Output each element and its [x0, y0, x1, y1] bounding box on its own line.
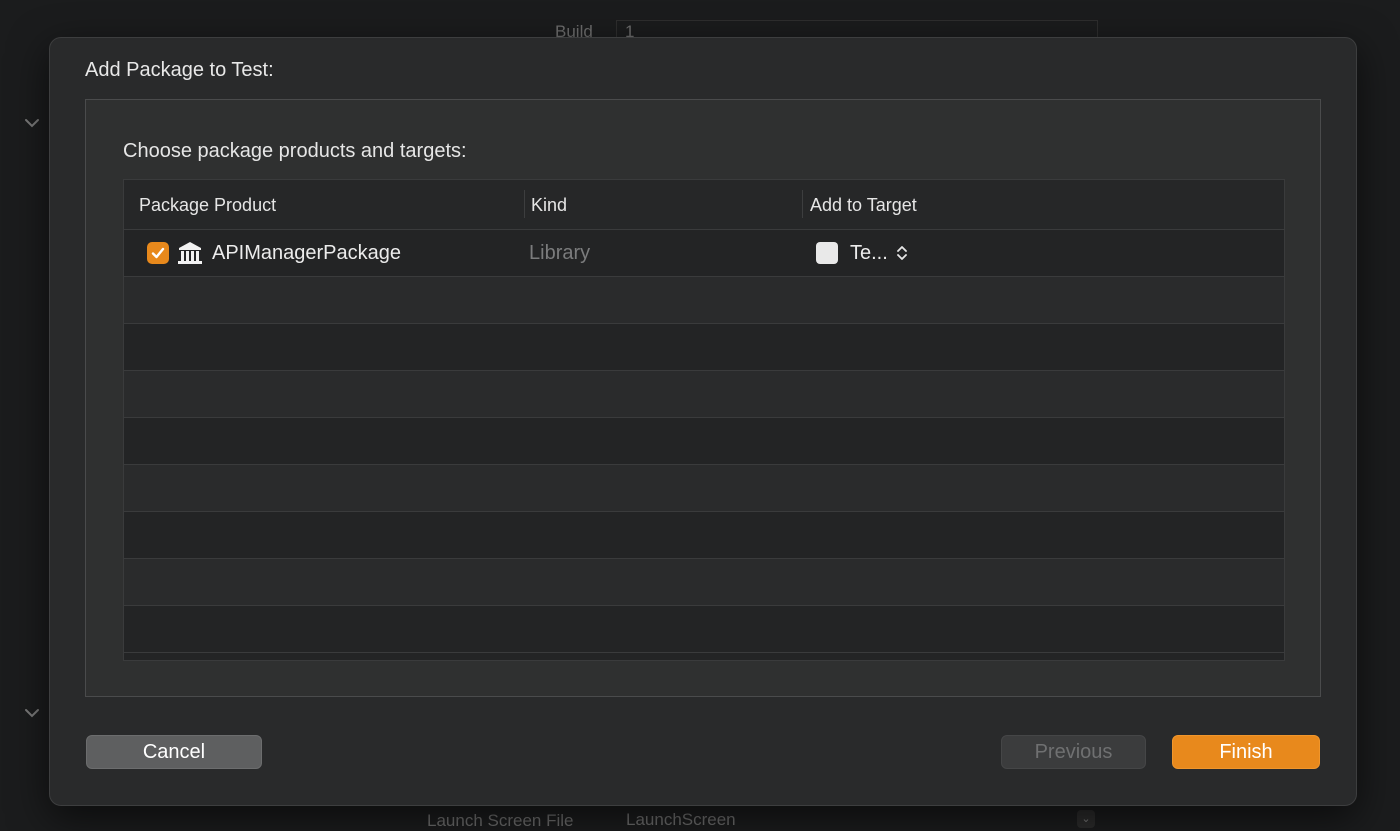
table-row-empty [124, 512, 1284, 559]
table-row-empty [124, 371, 1284, 418]
choose-products-label: Choose package products and targets: [123, 140, 467, 162]
kind-cell: Library [529, 241, 591, 264]
chevron-down-icon[interactable] [23, 704, 41, 722]
table-row-empty [124, 418, 1284, 465]
table-row-empty [124, 606, 1284, 653]
column-divider [802, 190, 803, 218]
table-row-empty [124, 277, 1284, 324]
target-name: Te... [850, 241, 888, 264]
column-header-add-to-target[interactable]: Add to Target [810, 195, 917, 216]
target-app-icon [816, 242, 838, 264]
content-box: Choose package products and targets: Pac… [85, 99, 1321, 697]
cancel-button[interactable]: Cancel [86, 735, 262, 769]
previous-button[interactable]: Previous [1001, 735, 1146, 769]
popup-arrow-icon[interactable]: ⌄ [1077, 810, 1095, 828]
target-popup[interactable]: Te... [816, 230, 908, 276]
launch-screen-label: Launch Screen File [427, 811, 574, 830]
add-package-sheet: Add Package to Test: Choose package prod… [49, 37, 1357, 806]
column-header-package-product[interactable]: Package Product [139, 195, 276, 216]
chevron-down-icon[interactable] [23, 114, 41, 132]
package-products-table: Package Product Kind Add to Target APIMa… [123, 179, 1285, 661]
table-rows: APIManagerPackage Library Te... [124, 230, 1284, 653]
column-divider [524, 190, 525, 218]
updown-chevron-icon [896, 246, 907, 260]
column-header-kind[interactable]: Kind [531, 195, 567, 216]
table-row[interactable]: APIManagerPackage Library Te... [124, 230, 1284, 277]
table-row-empty [124, 559, 1284, 606]
package-product-cell: APIManagerPackage [147, 230, 401, 276]
finish-button[interactable]: Finish [1172, 735, 1320, 769]
table-header: Package Product Kind Add to Target [124, 180, 1284, 230]
include-checkbox[interactable] [147, 242, 169, 264]
checkmark-icon [151, 247, 165, 259]
sheet-title: Add Package to Test: [85, 59, 274, 81]
product-name: APIManagerPackage [212, 241, 402, 264]
launch-screen-value: LaunchScreen [626, 810, 736, 829]
table-row-empty [124, 465, 1284, 512]
table-row-empty [124, 324, 1284, 371]
package-icon [178, 242, 202, 264]
